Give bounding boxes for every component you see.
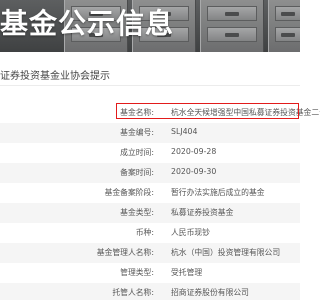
table-row: 基金编号: SLJ404: [0, 123, 300, 143]
row-value: 2020-09-30: [171, 167, 217, 176]
table-row: 托管人名称: 招商证券股份有限公司: [0, 283, 300, 300]
row-value: 杭水（中国）投资管理有限公司: [171, 248, 281, 257]
table-row: 基金类型: 私募证券投资基金: [0, 203, 300, 223]
row-label: 币种:: [135, 228, 154, 237]
row-label: 基金管理人名称:: [96, 248, 154, 257]
table-row: 基金名称: 杭水全天候增强型中国私募证券投资基金二号: [0, 103, 320, 123]
row-value: 人民币现钞: [171, 228, 210, 237]
table-row: 管理类型: 受托管理: [0, 263, 300, 283]
row-value: 杭水全天候增强型中国私募证券投资基金二号: [171, 108, 320, 117]
table-row: 基金管理人名称: 杭水（中国）投资管理有限公司: [0, 243, 300, 263]
row-label: 备案时间:: [120, 168, 154, 177]
row-value: 招商证券股份有限公司: [171, 288, 249, 297]
row-value: 私募证券投资基金: [171, 208, 234, 217]
row-label: 基金编号:: [120, 128, 154, 137]
table-row: 备案时间: 2020-09-30: [0, 163, 300, 183]
page-banner: 基金公示信息: [0, 0, 300, 52]
cabinet-image: [268, 0, 300, 52]
divider: [0, 85, 300, 86]
row-value: 2020-09-28: [171, 147, 217, 156]
table-row: 成立时间: 2020-09-28: [0, 143, 300, 163]
notice-bar: 证券投资基金业协会提示: [0, 60, 300, 86]
row-label: 成立时间:: [120, 148, 154, 157]
row-label: 基金类型:: [120, 208, 154, 217]
row-value: 暂行办法实施后成立的基金: [171, 188, 265, 197]
row-value: 受托管理: [171, 268, 203, 277]
table-row: 币种: 人民币现钞: [0, 223, 300, 243]
row-label: 托管人名称:: [112, 288, 154, 297]
row-value: SLJ404: [171, 127, 198, 136]
cabinet-image: [200, 0, 264, 52]
page-title: 基金公示信息: [0, 7, 175, 40]
table-row: 基金备案阶段: 暂行办法实施后成立的基金: [0, 183, 300, 203]
row-label: 基金名称:: [120, 108, 154, 117]
row-label: 管理类型:: [120, 268, 154, 277]
row-label: 基金备案阶段:: [104, 188, 154, 197]
notice-text: 证券投资基金业协会提示: [0, 71, 110, 82]
